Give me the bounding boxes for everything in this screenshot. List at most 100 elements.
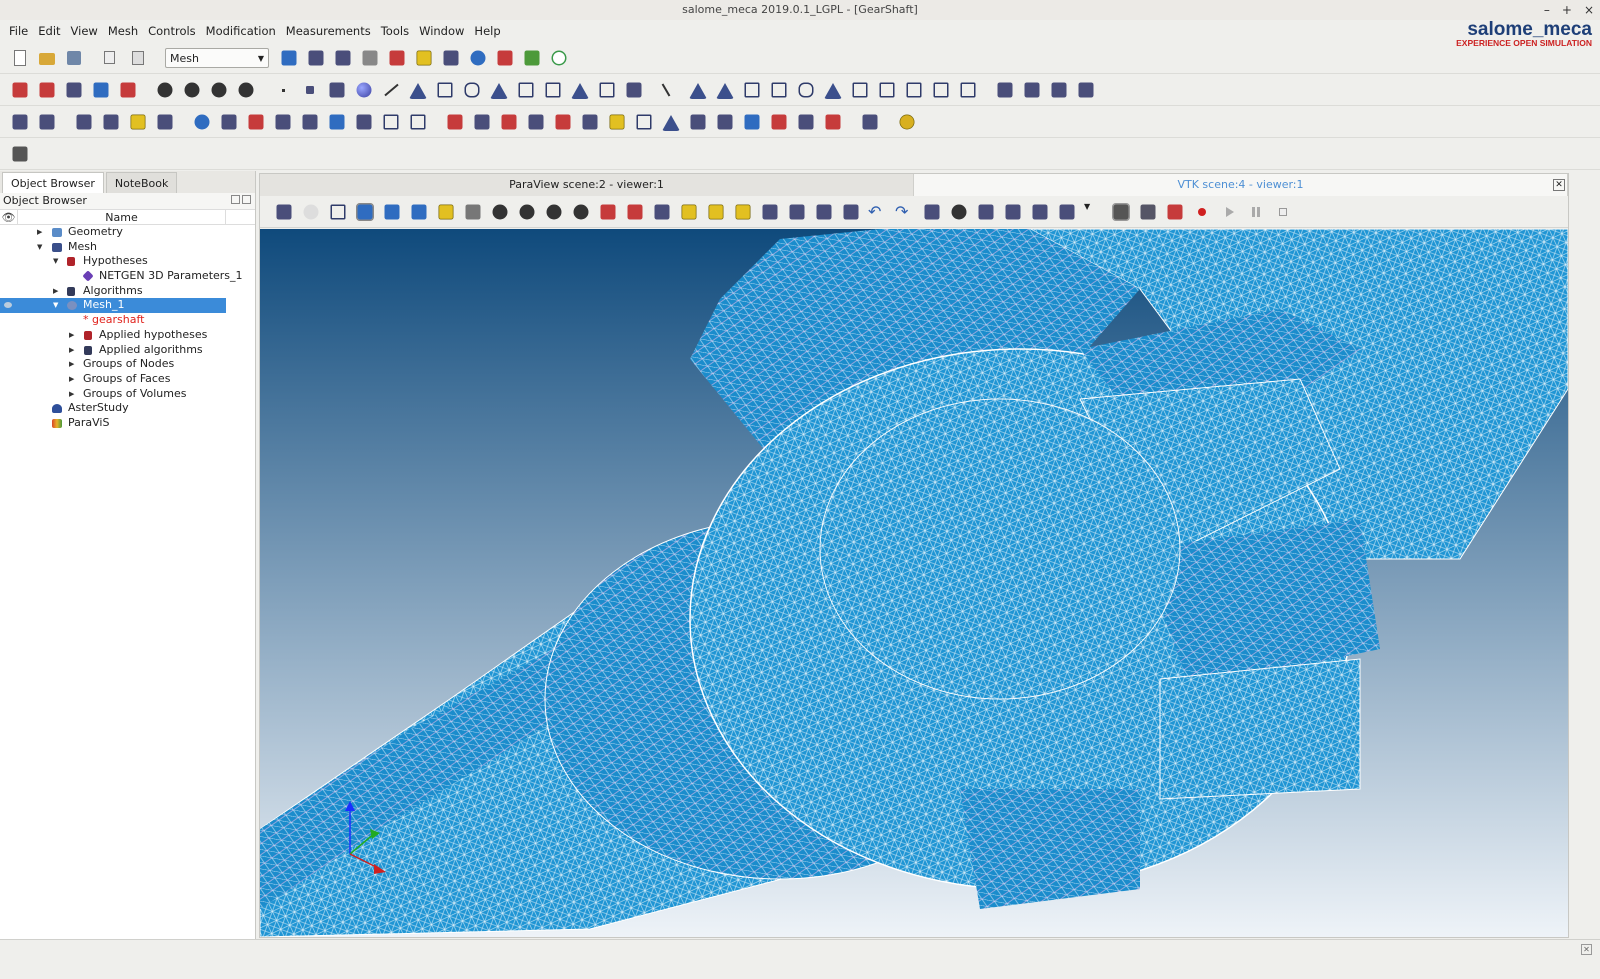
tetrahedron-icon[interactable]	[490, 83, 508, 99]
projection-mode-icon[interactable]	[951, 204, 967, 219]
aster-run-icon[interactable]	[899, 114, 915, 130]
shaper-module-icon[interactable]	[308, 50, 324, 66]
orientation-icon[interactable]	[501, 114, 517, 130]
export-mesh-icon[interactable]	[93, 82, 109, 98]
view-bottom-icon[interactable]	[789, 204, 805, 219]
menu-help[interactable]: Help	[469, 20, 505, 42]
hexahedron-icon[interactable]	[518, 82, 534, 98]
display-edges-icon[interactable]	[103, 114, 119, 130]
highlight-selection-icon[interactable]	[438, 204, 454, 219]
geometry-module-icon[interactable]	[281, 50, 297, 66]
view-back-icon[interactable]	[735, 204, 751, 219]
menu-file[interactable]: File	[4, 20, 33, 42]
expand-arrow-icon[interactable]: ▶	[69, 328, 74, 343]
polygon-icon[interactable]	[464, 82, 480, 98]
efficas-e-icon[interactable]	[551, 50, 567, 66]
expand-arrow-icon[interactable]: ▶	[69, 372, 74, 387]
menu-tools[interactable]: Tools	[376, 20, 414, 42]
biquadratic-pentahedron-icon[interactable]	[906, 82, 922, 98]
0d-element-icon[interactable]	[306, 86, 314, 94]
polygon-selection-icon[interactable]	[384, 204, 400, 219]
split-volumes-icon[interactable]	[410, 114, 426, 130]
ball-element-icon[interactable]	[356, 82, 372, 98]
add-0d-on-elements-icon[interactable]	[798, 114, 814, 130]
extrusion-icon[interactable]	[582, 114, 598, 130]
close-panel-icon[interactable]	[242, 195, 251, 204]
select-node-icon[interactable]	[12, 114, 28, 130]
dump-view-icon[interactable]	[276, 204, 292, 219]
measure-icon[interactable]	[862, 114, 878, 130]
split-biquadratic-icon[interactable]	[744, 114, 760, 130]
offset-icon[interactable]	[302, 114, 318, 130]
view-left-icon[interactable]	[816, 204, 832, 219]
rectangle-selection-icon[interactable]	[356, 202, 374, 221]
maximize-icon[interactable]: +	[1562, 0, 1572, 20]
tree-item-hypotheses[interactable]: ▼ Hypotheses	[0, 254, 226, 269]
select-element-icon[interactable]	[39, 114, 55, 130]
chevron-down-icon[interactable]: ▼	[1084, 202, 1104, 222]
edge-icon[interactable]	[381, 80, 401, 100]
tree-item-paravis[interactable]: ParaViS	[0, 416, 226, 431]
view-top-icon[interactable]	[762, 204, 778, 219]
quadratic-pyramid-icon[interactable]	[852, 82, 868, 98]
status-close-icon[interactable]: ✕	[1581, 944, 1592, 955]
new-document-icon[interactable]	[10, 48, 30, 68]
menu-controls[interactable]: Controls	[143, 20, 201, 42]
zoom-icon[interactable]	[546, 204, 562, 219]
pause-icon[interactable]	[1246, 202, 1266, 222]
homard-module-icon[interactable]	[443, 50, 459, 66]
ball-element-grid-icon[interactable]	[329, 82, 345, 98]
show-trihedron-icon[interactable]	[465, 204, 481, 219]
tree-item-asterstudy[interactable]: AsterStudy	[0, 401, 226, 416]
menu-edit[interactable]: Edit	[33, 20, 65, 42]
scaling-icon[interactable]	[1032, 204, 1048, 219]
paste-icon[interactable]	[128, 48, 148, 68]
expand-arrow-icon[interactable]: ▶	[69, 357, 74, 372]
pattern-mapping-icon[interactable]	[662, 115, 680, 131]
quadratic-pentahedron-icon[interactable]	[879, 82, 895, 98]
rotate-clockwise-icon[interactable]: ↷	[895, 202, 915, 222]
jobmanager-module-icon[interactable]	[470, 50, 486, 66]
biquadratic-triangle-icon[interactable]	[716, 83, 734, 99]
sew-icon[interactable]	[329, 114, 345, 130]
pyramid-icon[interactable]	[571, 83, 589, 99]
menu-modification[interactable]: Modification	[201, 20, 281, 42]
tree-item-groups-volumes[interactable]: ▶ Groups of Volumes	[0, 387, 226, 402]
stop-icon[interactable]	[1273, 202, 1293, 222]
merge-nodes-icon[interactable]	[356, 114, 372, 130]
clipping-icon[interactable]	[1005, 204, 1021, 219]
interaction-style-icon[interactable]	[303, 204, 319, 219]
tab-vtk-scene[interactable]: VTK scene:4 - viewer:1	[914, 174, 1568, 196]
surface-mode-icon[interactable]	[1112, 202, 1130, 221]
expand-arrow-icon[interactable]: ▶	[69, 387, 74, 402]
hidden-line-icon[interactable]	[1140, 204, 1156, 219]
collapse-arrow-icon[interactable]: ▼	[37, 240, 42, 255]
asterstudy-module-icon[interactable]	[497, 50, 513, 66]
menu-measurements[interactable]: Measurements	[281, 20, 376, 42]
view-right-icon[interactable]	[843, 204, 859, 219]
tree-item-geometry[interactable]: ▶ Geometry	[0, 225, 226, 240]
record-icon[interactable]	[1192, 202, 1212, 222]
quadratic-polygon-icon[interactable]	[798, 82, 814, 98]
float-panel-icon[interactable]	[231, 195, 240, 204]
rotate-icon[interactable]	[681, 204, 697, 219]
smesh-active-icon[interactable]	[362, 50, 378, 66]
change-rotation-point-icon[interactable]	[654, 204, 670, 219]
display-nodes-icon[interactable]	[76, 114, 92, 130]
quadratic-tetrahedron-icon[interactable]	[824, 83, 842, 99]
generate-boundary-icon[interactable]	[771, 114, 787, 130]
quadratic-hexahedron-icon[interactable]	[933, 82, 949, 98]
reorient-faces-icon[interactable]	[825, 114, 841, 130]
tree-item-algorithms[interactable]: ▶ Algorithms	[0, 284, 226, 299]
open-folder-icon[interactable]	[37, 48, 57, 68]
double-nodes-icon[interactable]	[717, 114, 733, 130]
mesh-stats-icon[interactable]	[238, 82, 254, 98]
tree-item-netgen-params[interactable]: NETGEN 3D Parameters_1	[0, 269, 243, 284]
collapse-arrow-icon[interactable]: ▼	[53, 298, 58, 313]
stereo-mode-icon[interactable]	[978, 204, 994, 219]
create-submesh-icon[interactable]	[39, 82, 55, 98]
pan-icon[interactable]	[600, 204, 616, 219]
eye-icon[interactable]	[4, 302, 12, 309]
tab-paraview-scene[interactable]: ParaView scene:2 - viewer:1	[260, 174, 914, 196]
scale-icon[interactable]	[275, 114, 291, 130]
